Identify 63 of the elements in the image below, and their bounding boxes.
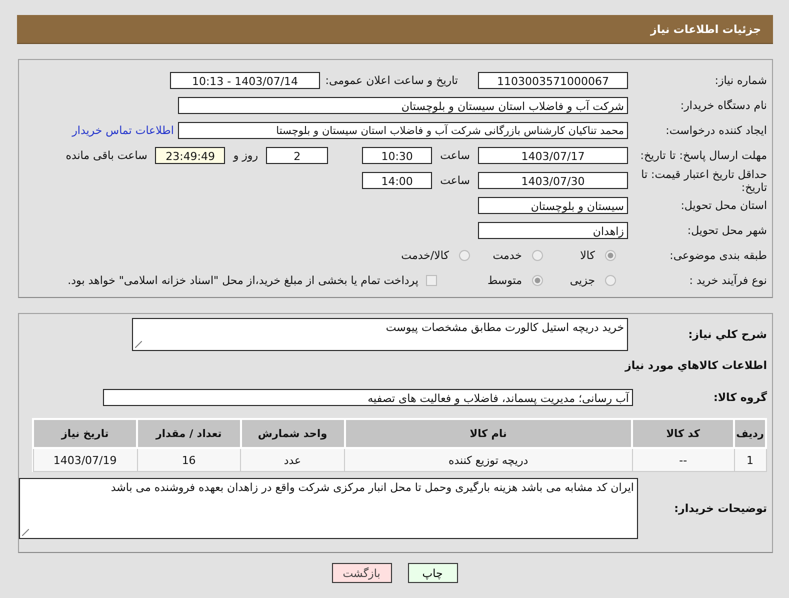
time-field: 10:30: [362, 147, 432, 164]
days-field: 2: [266, 147, 328, 164]
announce-date-field: 1403/07/14 - 10:13: [170, 72, 320, 89]
field-label: مهلت ارسال پاسخ: تا تاریخ:: [639, 149, 767, 162]
table-cell: 1403/07/19: [33, 448, 138, 472]
field-label: شهر محل تحویل:: [686, 224, 767, 237]
province-field: سیستان و بلوچستان: [478, 197, 628, 214]
summary-textarea[interactable]: خرید دریچه استیل کالورت مطابق مشخصات پیوست: [132, 318, 628, 351]
column-header: تاریخ نیاز: [33, 419, 138, 448]
requester-field: محمد تناکیان کارشناس بازرگانی شرکت آب و فاضلاب استان سیستان و بلوچستا: [178, 122, 628, 139]
section-heading: اطلاعات کالاهاي مورد نياز: [624, 358, 767, 374]
column-header: کد کالا: [632, 419, 734, 448]
field-label: توضیحات خریدار:: [673, 501, 767, 515]
field-label: شماره نیاز:: [714, 74, 767, 87]
need-number-field: 1103003571000067: [478, 72, 628, 89]
resize-grip-icon: [135, 341, 142, 348]
table-cell: 16: [137, 448, 241, 472]
days-label: روز و: [232, 149, 260, 162]
checkbox[interactable]: [426, 275, 438, 286]
radio-label: کالا/خدمت: [400, 249, 450, 262]
notes-textarea[interactable]: ایران کد مشابه می باشد هزینه بارگیری وحمل تا محل انبار مرکزی شرکت واقع در زاهدان بعهده فروشنده می باشد: [19, 478, 638, 539]
column-header: ردیف: [734, 419, 766, 448]
print-button[interactable]: چاپ: [408, 563, 458, 583]
radio-label: جزیی: [568, 274, 596, 287]
column-header: واحد شمارش: [240, 419, 344, 448]
table-cell: --: [632, 448, 734, 472]
goods-group-field: آب رسانی؛ مدیریت پسماند، فاضلاب و فعالیت های تصفیه: [103, 389, 633, 406]
payment-note: پرداخت تمام یا بخشی از مبلغ خرید،از محل "اسناد خزانه اسلامی" خواهد بود.: [66, 274, 420, 287]
radio-button[interactable]: [605, 250, 616, 261]
radio-label: کالا: [579, 249, 596, 262]
radio-button[interactable]: [532, 275, 543, 286]
radio-button[interactable]: [605, 275, 616, 286]
resize-grip-icon: [22, 529, 29, 536]
field-label: نوع فرآیند خرید :: [688, 274, 767, 287]
radio-button[interactable]: [459, 250, 470, 261]
field-label: استان محل تحویل:: [680, 199, 767, 212]
field-label: شرح کلي نياز:: [687, 327, 767, 341]
back-button[interactable]: بازگشت: [332, 563, 392, 583]
column-header: نام کالا: [344, 419, 632, 448]
radio-label: متوسط: [486, 274, 523, 287]
field-label: نام دستگاه خریدار:: [679, 99, 767, 112]
field-label: ایجاد کننده درخواست:: [664, 124, 767, 137]
radio-label: خدمت: [492, 249, 523, 262]
table-cell: 1: [734, 448, 766, 472]
date-field: 1403/07/30: [478, 172, 628, 189]
time-label: ساعت: [439, 174, 471, 187]
remaining-time-field: 23:49:49: [155, 147, 226, 164]
table-cell: عدد: [240, 448, 344, 472]
time-field: 14:00: [362, 172, 432, 189]
field-label: طبقه بندی موضوعی:: [668, 249, 767, 262]
date-field: 1403/07/17: [478, 147, 628, 164]
buyer-org-field: شرکت آب و فاضلاب استان سیستان و بلوچستان: [178, 97, 628, 114]
table-cell: دریچه توزیع کننده: [344, 448, 632, 472]
field-label: تاریخ و ساعت اعلان عمومی:: [324, 74, 459, 87]
radio-button[interactable]: [532, 250, 543, 261]
buyer-contact-link[interactable]: اطلاعات تماس خریدار: [72, 124, 174, 137]
time-label: ساعت: [439, 149, 471, 162]
field-label: گروه کالا:: [712, 391, 767, 404]
city-field: زاهدان: [478, 222, 628, 239]
remaining-label: ساعت باقی مانده: [64, 149, 148, 162]
field-label: حداقل تاریخ اعتبار قیمت: تا تاریخ:: [640, 168, 767, 194]
column-header: تعداد / مقدار: [137, 419, 241, 448]
page-title: جزئیات اطلاعات نیاز: [650, 22, 761, 36]
